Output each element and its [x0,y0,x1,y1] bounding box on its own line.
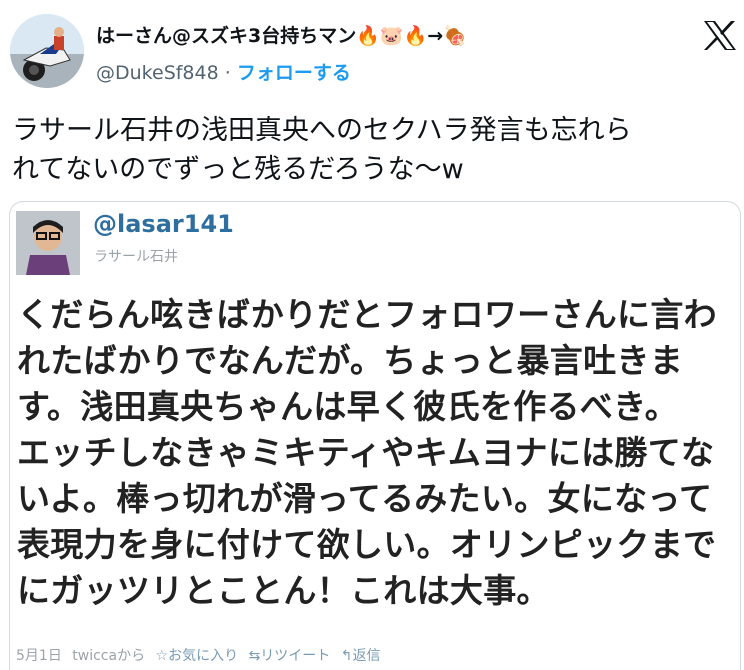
author-name[interactable]: はーさん@スズキ3台持ちマン🔥🐷🔥→🍖 [96,21,467,48]
motorcycle-image [10,14,84,88]
author-handle[interactable]: @DukeSf848 [96,62,219,84]
follow-button[interactable]: フォローする [237,62,351,84]
embedded-footer: 5月1日 twiccaから ☆お気に入り ⇆リツイート ↰返信 [16,645,386,665]
retweet-action: ⇆リツイート [248,648,331,664]
embedded-name: ラサール石井 [94,249,178,265]
favorite-action: ☆お気に入り [155,648,239,664]
embedded-handle: @lasar141 [93,210,234,238]
author-handle-row: @DukeSf848 · フォローする [96,58,351,85]
embedded-date: 5月1日 [16,648,62,664]
handle-separator: · [224,62,231,84]
embedded-body: くだらん呟きばかりだとフォロワーさんに言わ れたばかりでなんだが。ちょっと暴言吐… [17,295,717,610]
embedded-via: twiccaから [72,648,146,664]
tweet-text: ラサール石井の浅田真央へのセクハラ発言も忘れら れてないのでずっと残るだろうな〜… [12,115,632,185]
reply-action: ↰返信 [340,648,381,664]
embedded-tweet-image[interactable]: @lasar141 ラサール石井 くだらん呟きばかりだとフォロワーさんに言わ れ… [9,201,741,670]
embedded-avatar [16,211,80,275]
x-logo-icon[interactable] [703,20,737,51]
author-avatar[interactable] [10,14,84,88]
